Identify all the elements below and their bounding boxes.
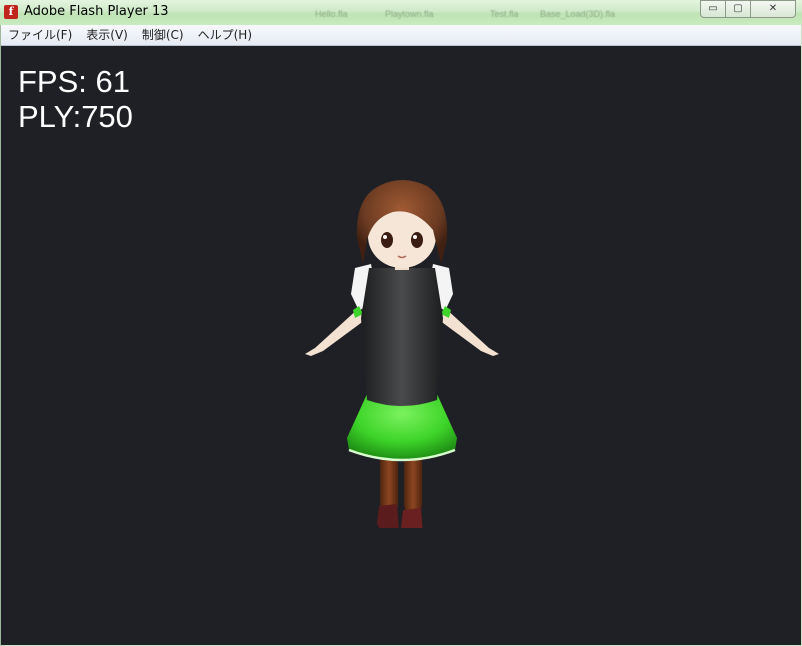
background-tab: Test.fla — [490, 9, 519, 19]
menu-view[interactable]: 表示(V) — [79, 25, 135, 45]
left-leg — [380, 454, 398, 512]
left-eye — [381, 232, 393, 248]
left-shoe — [377, 504, 399, 528]
close-button[interactable]: ✕ — [751, 0, 796, 18]
menu-help[interactable]: ヘルプ(H) — [191, 25, 259, 45]
fps-counter: FPS: 61 — [18, 64, 130, 99]
background-tab: Playtown.fla — [385, 9, 434, 19]
right-eye — [411, 232, 423, 248]
background-tab: Hello.fla — [315, 9, 348, 19]
minimize-button[interactable]: ▭ — [700, 0, 726, 18]
menu-file[interactable]: ファイル(F) — [1, 25, 79, 45]
flash-player-window: f Adobe Flash Player 13 Hello.fla Playto… — [0, 0, 802, 646]
right-leg — [404, 454, 422, 512]
background-tab: Base_Load(3D).fla — [540, 9, 616, 19]
flash-stage[interactable]: FPS: 61 PLY:750 — [1, 46, 801, 645]
background-taskbar-tabs: Hello.fla Playtown.fla Test.fla Base_Loa… — [240, 6, 660, 22]
anime-girl-3d-model — [305, 180, 499, 528]
menu-bar: ファイル(F) 表示(V) 制御(C) ヘルプ(H) — [1, 25, 801, 46]
maximize-button[interactable]: ▢ — [726, 0, 751, 18]
title-bar[interactable]: f Adobe Flash Player 13 Hello.fla Playto… — [0, 0, 802, 25]
black-vest — [361, 268, 443, 406]
window-title: Adobe Flash Player 13 — [24, 4, 169, 19]
flash-icon: f — [4, 5, 18, 19]
window-controls: ▭ ▢ ✕ — [700, 0, 796, 18]
stats-overlay: FPS: 61 PLY:750 — [18, 64, 133, 134]
right-shoe — [401, 508, 423, 528]
menu-control[interactable]: 制御(C) — [135, 25, 191, 45]
polygon-counter: PLY:750 — [18, 99, 133, 134]
